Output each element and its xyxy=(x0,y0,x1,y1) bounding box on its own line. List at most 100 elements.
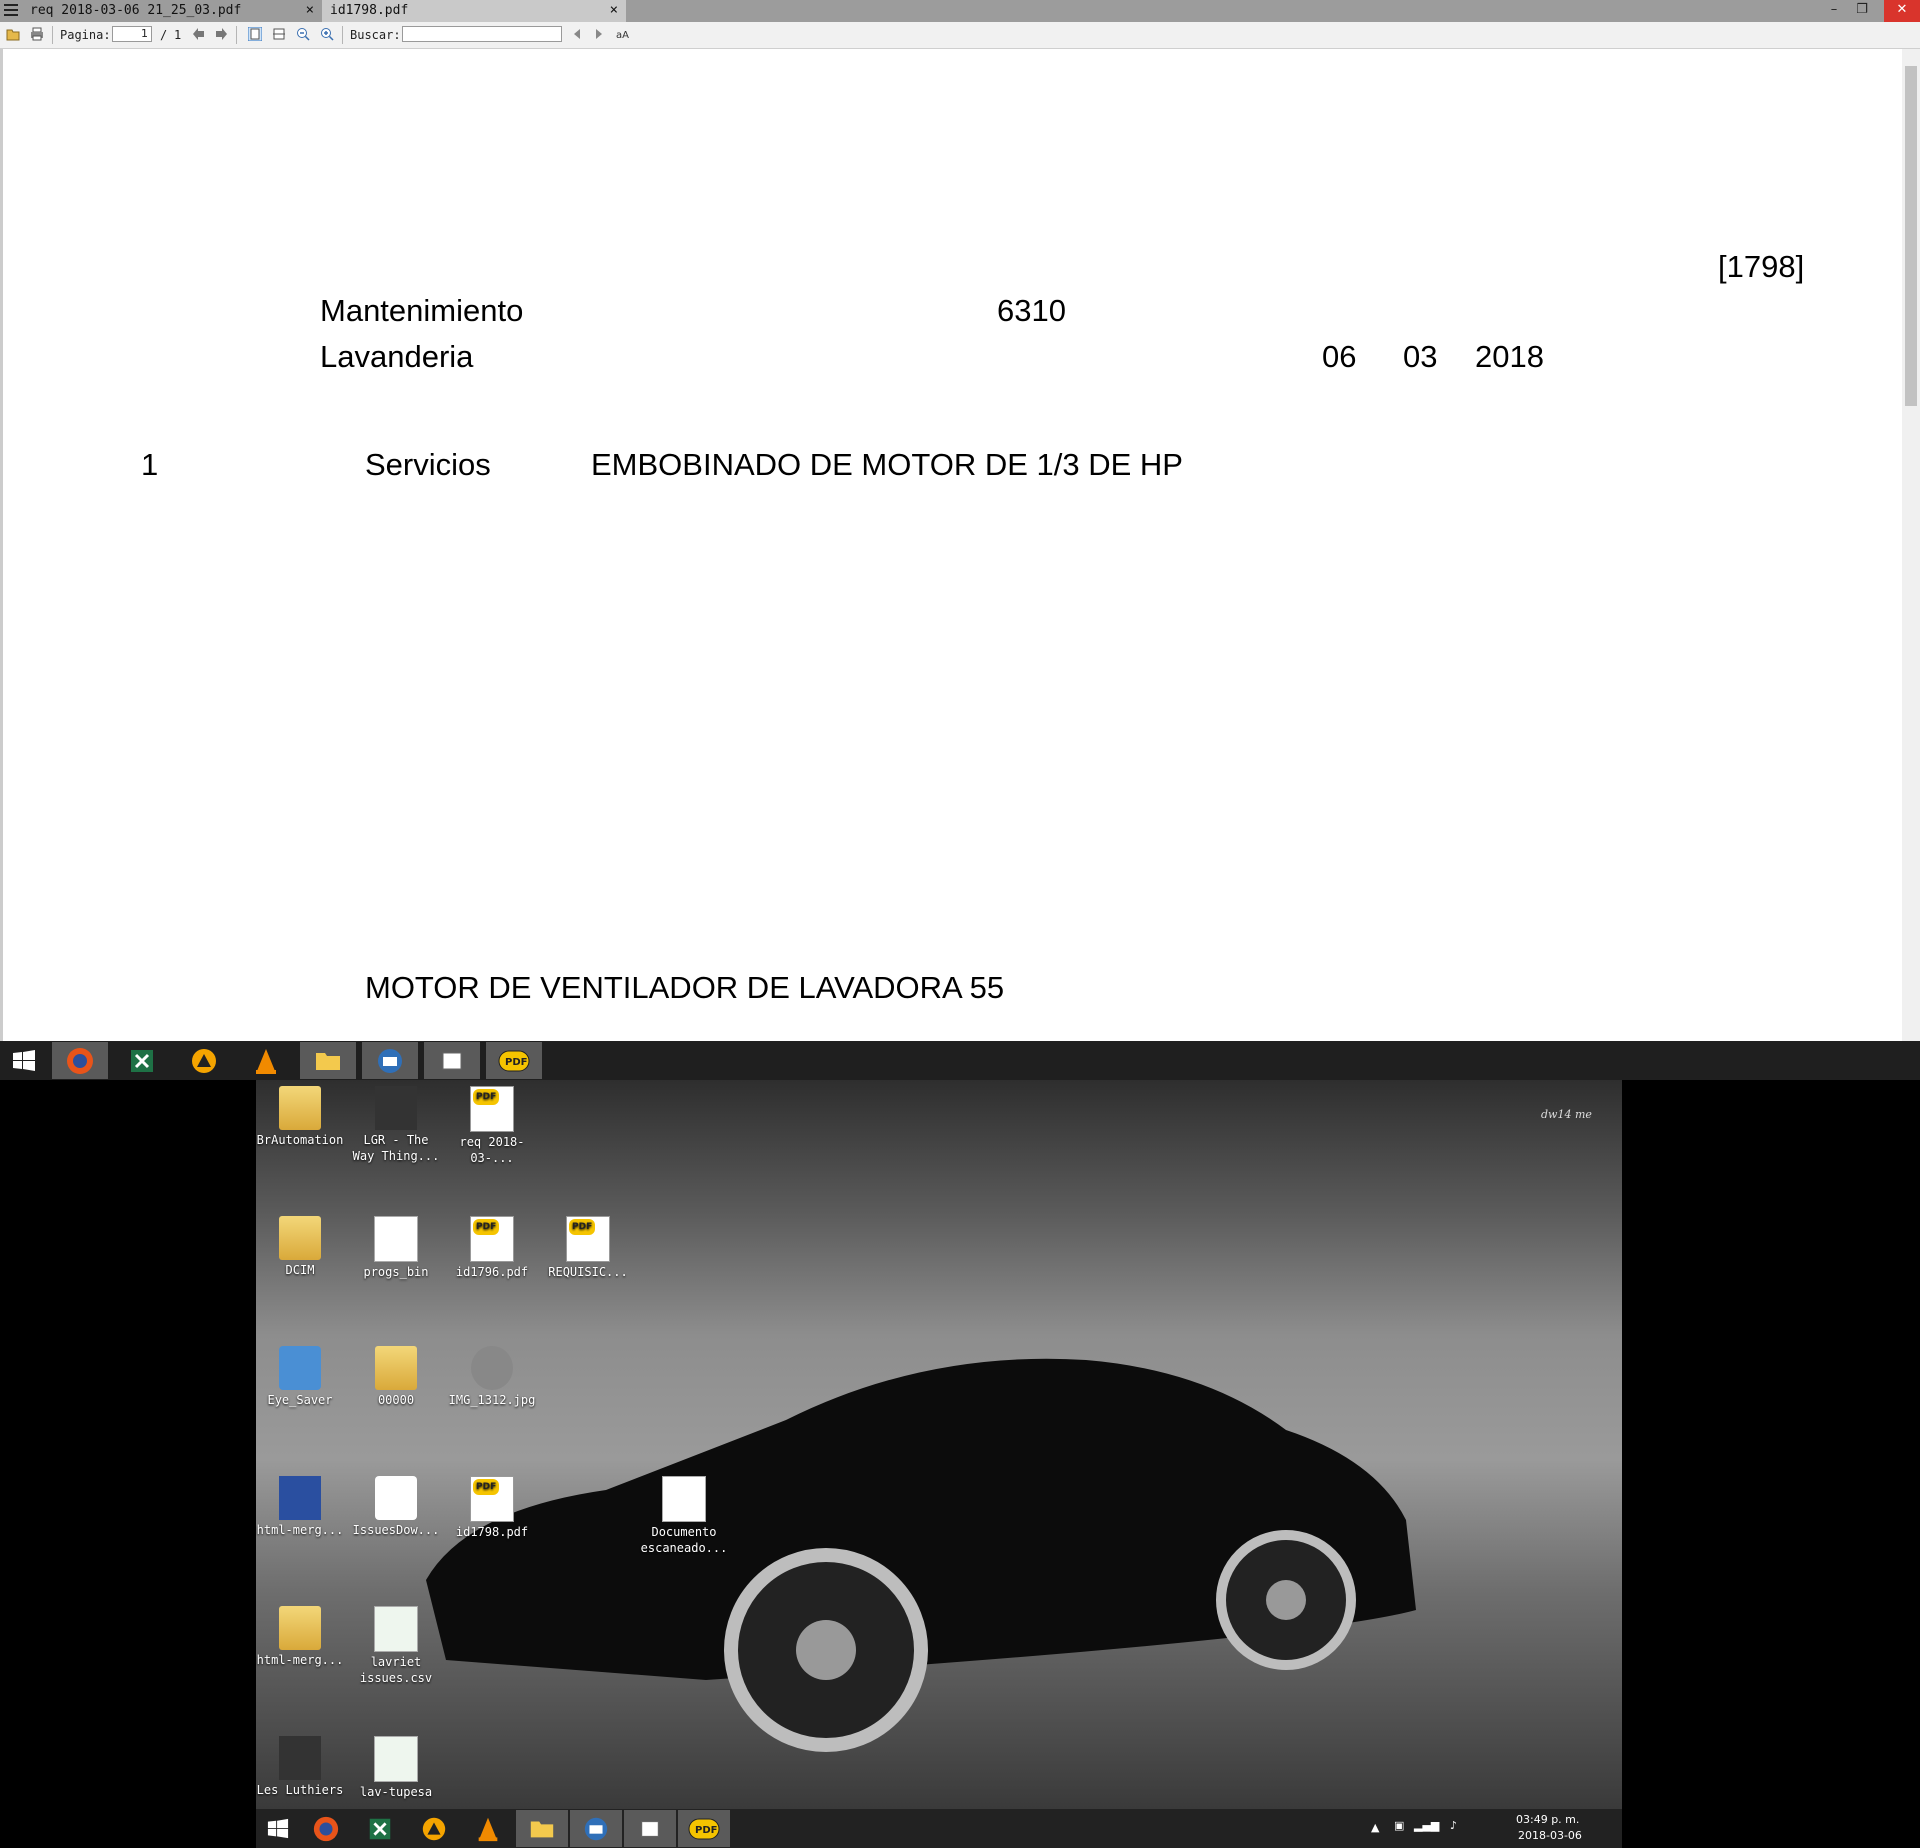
tab-id1798-pdf[interactable]: id1798.pdf × xyxy=(322,0,626,22)
pdf-icon: PDF xyxy=(470,1086,514,1132)
tab-close-icon[interactable]: × xyxy=(306,0,314,21)
desktop-icon[interactable]: 00000 xyxy=(352,1346,440,1408)
print-icon[interactable] xyxy=(30,27,44,41)
taskbar-file-explorer[interactable] xyxy=(516,1810,568,1847)
tab-req-pdf[interactable]: req 2018-03-06 21_25_03.pdf × xyxy=(22,0,322,22)
tray-volume-icon[interactable]: ♪ xyxy=(1450,1819,1457,1832)
taskbar-firefox[interactable] xyxy=(300,1810,352,1847)
previous-page-icon[interactable] xyxy=(192,27,206,41)
page-separator: / xyxy=(160,28,168,42)
zoom-out-icon[interactable] xyxy=(296,27,310,41)
vlc-icon xyxy=(478,1817,498,1841)
scrollbar-thumb[interactable] xyxy=(1905,66,1917,406)
taskbar-vlc[interactable] xyxy=(462,1810,514,1847)
taskbar-thunderbird[interactable] xyxy=(570,1810,622,1847)
start-button[interactable] xyxy=(256,1810,300,1847)
scanned-document-icon xyxy=(662,1476,706,1522)
java-icon xyxy=(375,1476,417,1520)
taskbar-file-explorer[interactable] xyxy=(300,1042,356,1079)
tray-display-icon[interactable]: ▣ xyxy=(1394,1819,1404,1832)
zoom-in-icon[interactable] xyxy=(320,27,334,41)
fit-width-icon[interactable] xyxy=(272,27,286,41)
taskbar-firefox[interactable] xyxy=(52,1042,108,1079)
csv-file-icon xyxy=(374,1736,418,1782)
desktop-icon[interactable]: LGR - The Way Thing... xyxy=(352,1086,440,1164)
car-wallpaper-image xyxy=(426,1358,1416,1752)
tray-clock-time[interactable]: 03:49 p. m. xyxy=(1516,1813,1579,1826)
taskbar: PDF xyxy=(0,1041,1920,1080)
search-label: Buscar: xyxy=(350,28,401,42)
windows-icon xyxy=(13,1049,35,1071)
item-description: EMBOBINADO DE MOTOR DE 1/3 DE HP xyxy=(591,447,1183,482)
toolbar-separator xyxy=(52,26,53,44)
close-button[interactable]: ✕ xyxy=(1884,0,1920,22)
video-icon xyxy=(279,1736,321,1780)
date-year: 2018 xyxy=(1475,339,1544,374)
taskbar-vlc[interactable] xyxy=(238,1042,294,1079)
taskbar-excel[interactable] xyxy=(114,1042,170,1079)
taskbar-aimp[interactable] xyxy=(408,1810,460,1847)
window-icon xyxy=(442,1052,462,1069)
desktop-icon[interactable]: IMG_1312.jpg xyxy=(448,1346,536,1408)
item-note: MOTOR DE VENTILADOR DE LAVADORA 55 xyxy=(365,970,1005,1005)
desktop-icon[interactable]: lav-tupesa xyxy=(352,1736,440,1800)
firefox-icon xyxy=(313,1816,339,1841)
tray-clock-date[interactable]: 2018-03-06 xyxy=(1518,1829,1582,1842)
desktop-icon[interactable]: Les Luthiers xyxy=(256,1736,344,1798)
page-label: Pagina: xyxy=(60,28,111,42)
firefox-icon xyxy=(67,1047,93,1074)
desktop-icon[interactable]: PDF id1796.pdf xyxy=(448,1216,536,1280)
tab-label: id1798.pdf xyxy=(330,3,409,18)
fit-page-icon[interactable] xyxy=(248,27,262,41)
date-day: 06 xyxy=(1322,339,1357,374)
desktop-wallpaper: dw14 me BrAutomation LGR - The Way Thing… xyxy=(256,1080,1622,1809)
desktop-icon[interactable]: html-merg... xyxy=(256,1476,344,1538)
taskbar-excel[interactable] xyxy=(354,1810,406,1847)
folder-icon xyxy=(375,1346,417,1390)
tab-close-icon[interactable]: × xyxy=(610,0,618,21)
desktop-icon[interactable]: lavriet issues.csv xyxy=(352,1606,440,1686)
desktop-icon[interactable]: PDF req 2018-03-... xyxy=(448,1086,536,1166)
desktop-icon[interactable]: Eye_Saver xyxy=(256,1346,344,1408)
desktop-icon[interactable]: IssuesDow... xyxy=(352,1476,440,1538)
taskbar-window[interactable] xyxy=(624,1810,676,1847)
taskbar-window[interactable] xyxy=(424,1042,480,1079)
tab-label: req 2018-03-06 21_25_03.pdf xyxy=(30,3,242,18)
pdf-page: [1798] Mantenimiento 6310 Lavanderia 06 … xyxy=(0,49,1902,1041)
next-page-icon[interactable] xyxy=(214,27,228,41)
minimize-button[interactable]: – xyxy=(1820,0,1848,22)
desktop-icon[interactable]: Documento escaneado... xyxy=(640,1476,728,1556)
html-merge-icon xyxy=(279,1476,321,1520)
restore-button[interactable]: ❐ xyxy=(1848,0,1876,22)
tray-network-icon[interactable]: ▂▄▆ xyxy=(1414,1819,1439,1832)
taskbar-aimp[interactable] xyxy=(176,1042,232,1079)
desktop-icon[interactable]: PDF id1798.pdf xyxy=(448,1476,536,1540)
desktop-icon[interactable]: html-merg... xyxy=(256,1606,344,1668)
aimp-icon xyxy=(192,1048,216,1073)
desktop-icon[interactable]: BrAutomation xyxy=(256,1086,344,1148)
match-case-icon[interactable]: aA xyxy=(616,27,630,41)
video-icon xyxy=(375,1086,417,1130)
image-icon xyxy=(471,1346,513,1390)
search-previous-icon[interactable] xyxy=(570,27,584,41)
department-name: Mantenimiento xyxy=(320,293,524,328)
menu-icon[interactable] xyxy=(4,4,18,18)
tray-show-hidden-icon[interactable]: ▲ xyxy=(1371,1821,1379,1834)
reference-number: [1798] xyxy=(1718,249,1805,284)
excel-icon xyxy=(369,1818,391,1839)
desktop-icon[interactable]: PDF REQUISIC... xyxy=(544,1216,632,1280)
search-input[interactable] xyxy=(402,26,562,42)
search-next-icon[interactable] xyxy=(592,27,606,41)
second-taskbar: PDF ▲ ▣ ▂▄▆ ♪ 03:49 p. m. 2018-03-06 xyxy=(256,1809,1622,1848)
start-button[interactable] xyxy=(0,1042,48,1079)
open-file-icon[interactable] xyxy=(6,27,20,41)
item-type: Servicios xyxy=(365,447,491,482)
taskbar-thunderbird[interactable] xyxy=(362,1042,418,1079)
desktop-icon[interactable]: DCIM xyxy=(256,1216,344,1278)
date-month: 03 xyxy=(1403,339,1438,374)
taskbar-pdf-reader[interactable]: PDF xyxy=(678,1810,730,1847)
svg-text:aA: aA xyxy=(616,30,629,41)
desktop-icon[interactable]: progs_bin xyxy=(352,1216,440,1280)
taskbar-pdf-reader[interactable]: PDF xyxy=(486,1042,542,1079)
page-number-input[interactable]: 1 xyxy=(112,26,152,42)
